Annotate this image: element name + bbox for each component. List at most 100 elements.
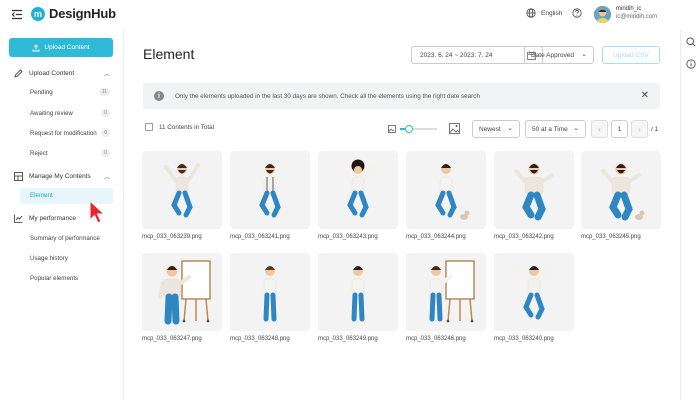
- nav-section-manage-label: Manage My Contents: [29, 173, 91, 180]
- element-card[interactable]: mcp_033_063240.png: [494, 253, 574, 342]
- upload-icon: [32, 43, 40, 51]
- element-card[interactable]: mcp_033_063242.png: [494, 151, 574, 240]
- element-thumbnail[interactable]: [318, 151, 398, 229]
- character-illustration: [164, 163, 200, 218]
- element-card[interactable]: mcp_033_063239.png: [142, 151, 222, 240]
- total-pages: / 1: [651, 125, 659, 133]
- character-illustration: [516, 265, 552, 320]
- element-thumbnail[interactable]: [230, 151, 310, 229]
- nav-section-upload[interactable]: Upload Content ︿: [14, 69, 110, 78]
- prev-page-button[interactable]: ‹: [591, 120, 608, 138]
- user-info[interactable]: miridih_ic ic@miridih.com: [616, 5, 657, 21]
- count-badge: 0: [101, 129, 110, 137]
- sidebar-item-label: Pending: [30, 89, 53, 96]
- close-icon[interactable]: ✕: [641, 90, 649, 101]
- element-thumbnail[interactable]: [142, 151, 222, 229]
- help-icon[interactable]: [572, 8, 582, 18]
- sidebar-item-usage-history[interactable]: Usage history: [30, 255, 110, 262]
- count-badge: 0: [101, 109, 110, 117]
- character-illustration: [428, 163, 470, 220]
- chevron-down-icon: ⌄: [507, 125, 513, 132]
- element-filename: mcp_033_063239.png: [142, 234, 202, 240]
- menu-collapse-icon[interactable]: [11, 9, 23, 20]
- nav-section-performance-label: My performance: [29, 215, 76, 222]
- thumbnail-size-slider[interactable]: [400, 124, 437, 133]
- date-range-value: 2023. 6. 24 ~ 2023. 7. 24: [420, 51, 493, 59]
- select-all-checkbox[interactable]: [145, 123, 153, 131]
- logo[interactable]: m DesignHub: [31, 6, 116, 21]
- element-filename: mcp_033_063249.png: [318, 336, 378, 342]
- element-filename: mcp_033_063240.png: [494, 336, 554, 342]
- avatar[interactable]: [594, 6, 611, 23]
- search-icon[interactable]: [686, 37, 696, 47]
- upload-csv-button[interactable]: Upload CSV: [602, 46, 660, 64]
- element-filename: mcp_033_063241.png: [230, 234, 290, 240]
- logo-mark: m: [31, 6, 45, 21]
- page-number-input[interactable]: 1: [611, 120, 628, 138]
- element-thumbnail[interactable]: [494, 151, 574, 229]
- date-field-value: Date Approved: [531, 51, 575, 59]
- element-card[interactable]: mcp_033_063241.png: [230, 151, 310, 240]
- select-all[interactable]: 11 Contents in Total: [145, 123, 214, 131]
- sidebar-item-awaiting-review[interactable]: Awaiting review 0: [30, 109, 110, 117]
- sort-order-value: Newest: [479, 125, 501, 133]
- next-page-button[interactable]: ›: [631, 120, 648, 138]
- main-content: Element 2023. 6. 24 ~ 2023. 7. 24 Date A…: [124, 30, 680, 400]
- nav-section-manage[interactable]: Manage My Contents ︿: [14, 172, 110, 181]
- element-thumbnail[interactable]: [230, 253, 310, 331]
- sidebar-item-reject[interactable]: Reject 0: [30, 149, 110, 157]
- chevron-down-icon: ⌄: [573, 125, 579, 132]
- globe-icon: [526, 8, 536, 18]
- language-selector[interactable]: English: [526, 8, 562, 18]
- element-filename: mcp_033_063246.png: [406, 336, 466, 342]
- element-thumbnail[interactable]: [406, 253, 486, 331]
- top-bar: m DesignHub English miridih_ic ic@miridi…: [0, 0, 700, 30]
- character-illustration: [514, 163, 554, 221]
- sidebar-item-label: Reject: [30, 150, 48, 157]
- element-filename: mcp_033_063243.png: [318, 234, 378, 240]
- notice-text: Only the elements uploaded in the last 3…: [175, 92, 480, 100]
- notice-banner: i Only the elements uploaded in the last…: [143, 83, 660, 109]
- element-filename: mcp_033_063242.png: [494, 234, 554, 240]
- nav-section-upload-label: Upload Content: [29, 70, 75, 77]
- upload-content-button[interactable]: Upload Content: [9, 38, 113, 57]
- sidebar-item-label: Element: [30, 192, 53, 199]
- element-card[interactable]: mcp_033_063246.png: [406, 253, 486, 342]
- sidebar-item-popular-elements[interactable]: Popular elements: [30, 275, 110, 282]
- element-thumbnail[interactable]: [318, 253, 398, 331]
- character-illustration: [340, 159, 376, 218]
- total-count: 11 Contents in Total: [159, 123, 215, 131]
- element-card[interactable]: mcp_033_063248.png: [230, 253, 310, 342]
- pencil-icon: [14, 69, 23, 78]
- element-thumbnail[interactable]: [494, 253, 574, 331]
- image-small-icon[interactable]: [388, 124, 396, 133]
- sidebar-item-summary[interactable]: Summary of performance: [30, 235, 110, 242]
- character-illustration: [425, 260, 475, 323]
- element-card[interactable]: mcp_033_063247.png: [142, 253, 222, 342]
- info-icon[interactable]: [686, 59, 696, 69]
- page-size-value: 50 at a Time: [532, 125, 568, 133]
- element-thumbnail[interactable]: [406, 151, 486, 229]
- element-thumbnail[interactable]: [142, 253, 222, 331]
- slider-knob[interactable]: [405, 124, 414, 133]
- sidebar-item-pending[interactable]: Pending 11: [30, 88, 110, 96]
- element-card[interactable]: mcp_033_063245.png: [581, 151, 661, 240]
- character-illustration: [244, 164, 296, 218]
- image-large-icon[interactable]: [449, 123, 460, 134]
- date-field-select[interactable]: Date Approved ⌄: [524, 46, 594, 64]
- upload-content-label: Upload Content: [44, 44, 90, 51]
- count-badge: 11: [98, 88, 110, 96]
- element-card[interactable]: mcp_033_063244.png: [406, 151, 486, 240]
- page-size-select[interactable]: 50 at a Time ⌄: [525, 120, 586, 138]
- sidebar-item-label: Awaiting review: [30, 110, 73, 117]
- element-card[interactable]: mcp_033_063249.png: [318, 253, 398, 342]
- sidebar-item-request-modification[interactable]: Request for modification 0: [30, 129, 110, 137]
- page-title: Element: [143, 46, 195, 62]
- sidebar-item-label: Summary of performance: [30, 235, 100, 242]
- sidebar-item-label: Popular elements: [30, 275, 79, 282]
- chevron-up-icon: ︿: [103, 72, 110, 78]
- element-card[interactable]: mcp_033_063243.png: [318, 151, 398, 240]
- right-rail: [680, 30, 700, 400]
- element-thumbnail[interactable]: [581, 151, 661, 229]
- sort-order-select[interactable]: Newest ⌄: [472, 120, 520, 138]
